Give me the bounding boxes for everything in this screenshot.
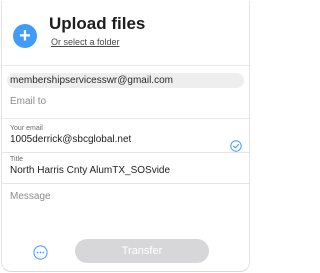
select-folder-link[interactable]: Or select a folder [51, 37, 120, 47]
divider [2, 183, 249, 184]
plus-icon[interactable]: + [13, 24, 37, 48]
divider [2, 65, 249, 66]
title-label: Title [10, 156, 23, 163]
your-email-label: Your email [10, 125, 43, 132]
title-field[interactable]: North Harris Cnty AlumTX_SOSvide [10, 165, 246, 176]
email-to-input[interactable]: Email to [10, 96, 46, 107]
your-email-field[interactable]: 1005derrick@sbcglobal.net [10, 134, 225, 145]
check-circle-icon [230, 140, 242, 152]
transfer-button[interactable]: Transfer [75, 239, 209, 263]
recipient-email-chip[interactable]: membershipservicesswr@gmail.com [7, 73, 244, 88]
message-textarea[interactable]: Message [10, 191, 51, 202]
upload-files-title[interactable]: Upload files [49, 14, 145, 34]
upload-panel: + Upload files Or select a folder member… [1, 1, 250, 272]
divider [2, 118, 249, 119]
divider [2, 152, 249, 153]
more-options-icon[interactable] [33, 245, 48, 260]
